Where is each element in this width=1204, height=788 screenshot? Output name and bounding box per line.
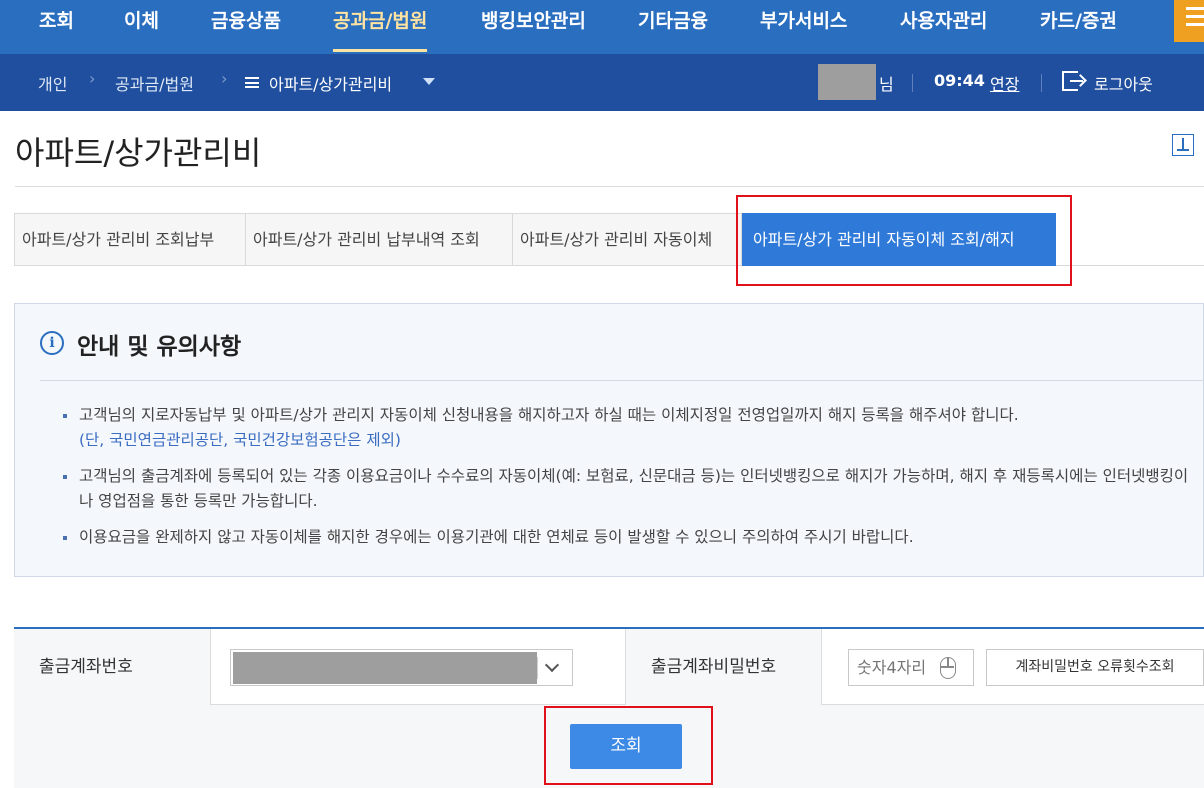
menu-icon-line (1186, 15, 1204, 18)
notice-item: 이용요금을 완제하지 않고 자동이체를 해지한 경우에는 이용기관에 대한 연체… (63, 525, 1195, 550)
notice-item-note: (단, 국민연금관리공단, 국민건강보험공단은 제외) (79, 431, 401, 449)
masked-user-name (818, 64, 876, 100)
chevron-right-icon: › (89, 69, 96, 88)
chevron-right-icon: › (221, 69, 228, 88)
search-form: 출금계좌번호 출금계좌비밀번호 계좌비밀번호 오류횟수조회 (14, 627, 1204, 705)
nav-item-transfer[interactable]: 이체 (124, 0, 159, 54)
nav-item-inquiry[interactable]: 조회 (39, 0, 74, 54)
top-nav: 조회 이체 금융상품 공과금/법원 뱅킹보안관리 기타금융 부가서비스 사용자관… (0, 0, 1204, 54)
nav-item-banking-security[interactable]: 뱅킹보안관리 (481, 0, 586, 54)
password-label: 출금계좌비밀번호 (626, 629, 822, 705)
mouse-icon[interactable] (940, 657, 956, 679)
notice-title: 안내 및 유의사항 (77, 334, 242, 360)
divider (537, 657, 538, 679)
user-suffix: 님 (879, 75, 894, 94)
nav-item-utilities-court[interactable]: 공과금/법원 (333, 0, 428, 54)
password-error-count-button[interactable]: 계좌비밀번호 오류횟수조회 (986, 649, 1204, 686)
tab-inquiry-payment[interactable]: 아파트/상가 관리비 조회납부 (14, 213, 246, 266)
account-label: 출금계좌번호 (14, 629, 210, 705)
all-menu-button[interactable] (1174, 0, 1204, 42)
highlight-box (544, 706, 713, 785)
page-title: 아파트/상가관리비 (15, 134, 262, 172)
extend-session-link[interactable]: 연장 (990, 71, 1019, 95)
nav-item-label: 공과금/법원 (333, 10, 428, 32)
menu-icon-line (1186, 23, 1204, 26)
divider (1041, 74, 1042, 92)
divider (1056, 265, 1204, 266)
session-time: 09:44 (934, 71, 985, 90)
sub-bar: 개인 › 공과금/법원 › 아파트/상가관리비 님 09:44 연장 로그아웃 (0, 54, 1204, 111)
divider (15, 186, 1204, 187)
divider (821, 629, 822, 705)
tab-auto-transfer[interactable]: 아파트/상가 관리비 자동이체 (512, 213, 742, 266)
nav-item-user-management[interactable]: 사용자관리 (900, 0, 987, 54)
tab-payment-history[interactable]: 아파트/상가 관리비 납부내역 조회 (245, 213, 513, 266)
caret-down-icon[interactable] (423, 78, 435, 85)
masked-account-number (233, 652, 537, 684)
notice-item-text: 고객님의 출금계좌에 등록되어 있는 각종 이용요금이나 수수료의 자동이체(예… (79, 467, 1189, 510)
nav-item-other-finance[interactable]: 기타금융 (638, 0, 708, 54)
notice-item-text: 고객님의 지로자동납부 및 아파트/상가 관리지 자동이체 신청내용을 해지하고… (79, 406, 1019, 424)
divider (40, 380, 1204, 381)
divider (210, 629, 211, 705)
notice-item: 고객님의 출금계좌에 등록되어 있는 각종 이용요금이나 수수료의 자동이체(예… (63, 464, 1195, 514)
menu-icon-line (1186, 7, 1204, 10)
active-underline (333, 49, 428, 52)
breadcrumb-home[interactable]: 개인 (38, 71, 67, 95)
notice-panel: i 안내 및 유의사항 고객님의 지로자동납부 및 아파트/상가 관리지 자동이… (14, 303, 1204, 577)
hamburger-icon (245, 77, 259, 88)
chevron-down-icon (544, 657, 560, 673)
print-icon[interactable] (1172, 134, 1194, 156)
logout-arrow-icon (1070, 80, 1083, 82)
logout-link[interactable]: 로그아웃 (1094, 71, 1153, 95)
nav-item-financial-products[interactable]: 금융상품 (211, 0, 281, 54)
breadcrumb-current[interactable]: 아파트/상가관리비 (269, 71, 392, 95)
nav-item-card-securities[interactable]: 카드/증권 (1040, 0, 1117, 54)
notice-item: 고객님의 지로자동납부 및 아파트/상가 관리지 자동이체 신청내용을 해지하고… (63, 403, 1195, 453)
breadcrumb-utilities[interactable]: 공과금/법원 (115, 71, 194, 95)
nav-item-additional-services[interactable]: 부가서비스 (760, 0, 847, 54)
account-select[interactable] (230, 649, 573, 686)
divider (912, 74, 913, 92)
info-icon: i (40, 331, 64, 355)
highlight-box (736, 195, 1072, 286)
notice-item-text: 이용요금을 완제하지 않고 자동이체를 해지한 경우에는 이용기관에 대한 연체… (79, 528, 914, 546)
